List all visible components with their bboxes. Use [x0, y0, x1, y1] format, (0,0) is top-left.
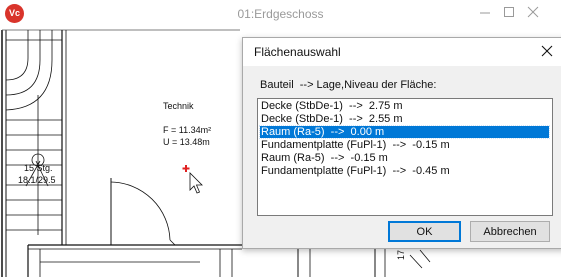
- room-perimeter-label: U = 13.48m: [163, 137, 210, 147]
- dimension-fragment-label: 17: [396, 249, 406, 260]
- maximize-icon[interactable]: [501, 4, 517, 20]
- dialog-titlebar[interactable]: Flächenauswahl: [243, 38, 561, 66]
- window-titlebar[interactable]: Vc 01:Erdgeschoss: [0, 0, 561, 28]
- stair-count-label: 15 Stg.: [24, 163, 53, 173]
- room-name-label: Technik: [163, 101, 194, 111]
- surface-selection-dialog: Flächenauswahl Bauteil --> Lage,Niveau d…: [242, 37, 561, 249]
- close-icon[interactable]: [539, 43, 555, 59]
- list-item[interactable]: Fundamentplatte (FuPl-1) --> -0.15 m: [260, 139, 450, 151]
- dialog-title: Flächenauswahl: [254, 45, 341, 59]
- list-item[interactable]: Fundamentplatte (FuPl-1) --> -0.45 m: [260, 165, 450, 177]
- stair-dimension-label: 18.1/29.5: [18, 175, 56, 185]
- list-item[interactable]: Decke (StbDe-1) --> 2.55 m: [260, 113, 403, 125]
- cancel-button[interactable]: Abbrechen: [470, 221, 550, 242]
- surface-listbox[interactable]: Decke (StbDe-1) --> 2.75 m Decke (StbDe-…: [257, 98, 553, 216]
- ok-button[interactable]: OK: [388, 221, 461, 242]
- list-item-selected[interactable]: Raum (Ra-5) --> 0.00 m: [259, 125, 550, 139]
- close-window-icon[interactable]: [525, 4, 541, 20]
- list-item[interactable]: Decke (StbDe-1) --> 2.75 m: [260, 100, 403, 112]
- minimize-icon[interactable]: [477, 4, 493, 20]
- room-area-label: F = 11.34m²: [163, 125, 212, 135]
- mouse-cursor-icon: [189, 172, 203, 194]
- list-item[interactable]: Raum (Ra-5) --> -0.15 m: [260, 152, 388, 164]
- snap-marker-icon: [182, 165, 190, 172]
- list-header-label: Bauteil --> Lage,Niveau der Fläche:: [260, 79, 437, 91]
